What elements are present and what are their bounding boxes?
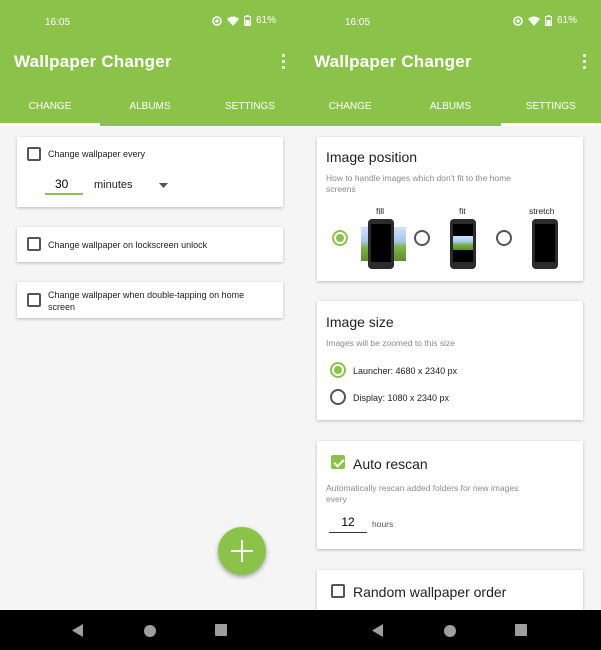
option-fit-radio[interactable]: [414, 230, 430, 246]
status-bar-right: 16:05 61%: [300, 0, 601, 38]
fit-phone-icon: [450, 219, 476, 269]
app-title: Wallpaper Changer: [314, 52, 472, 71]
display-size-label: Display: 1080 x 2340 px: [353, 393, 450, 403]
tab-settings[interactable]: SETTINGS: [500, 88, 601, 126]
random-order-card: Random wallpaper order: [317, 570, 583, 610]
doubletap-checkbox[interactable]: [27, 293, 41, 307]
rescan-interval-input[interactable]: 12: [329, 515, 367, 533]
tab-bar-right: CHANGE ALBUMS SETTINGS: [300, 88, 601, 126]
image-position-desc-line2: screens: [326, 184, 356, 194]
interval-card: Change wallpaper every 30 minutes: [17, 137, 283, 207]
image-size-card: Image size Images will be zoomed to this…: [317, 301, 583, 420]
interval-label: Change wallpaper every: [48, 149, 146, 159]
battery-percent: 61%: [255, 15, 276, 26]
interval-input[interactable]: 30: [45, 177, 83, 195]
option-fit-label: fit: [459, 206, 466, 216]
lockscreen-card: Change wallpaper on lockscreen unlock: [17, 227, 283, 262]
settings-pane: 16:05 61% Wallpaper Changer CHANGE ALBUM…: [300, 0, 601, 610]
rescan-unit-label: hours: [372, 519, 394, 529]
interval-checkbox[interactable]: [27, 147, 41, 161]
data-saver-icon: [513, 15, 523, 26]
battery-icon: [243, 15, 251, 26]
wifi-icon: [527, 16, 540, 26]
system-nav-bar: [0, 610, 601, 650]
overflow-menu-icon[interactable]: [581, 54, 587, 70]
lockscreen-checkbox[interactable]: [27, 237, 41, 251]
status-bar: 16:05 61%: [0, 0, 300, 38]
doubletap-card: Change wallpaper when double-tapping on …: [17, 282, 283, 318]
tab-change[interactable]: CHANGE: [300, 88, 400, 126]
display-size-radio[interactable]: [330, 389, 346, 405]
add-button[interactable]: [218, 527, 266, 575]
doubletap-label-line2: screen: [48, 302, 76, 312]
overflow-menu-icon[interactable]: [280, 54, 286, 70]
option-stretch-label: stretch: [529, 206, 555, 216]
option-fill-radio[interactable]: [332, 230, 348, 246]
lockscreen-label: Change wallpaper on lockscreen unlock: [48, 240, 208, 250]
image-size-desc: Images will be zoomed to this size: [326, 338, 455, 348]
home-icon[interactable]: [443, 624, 457, 638]
image-position-card: Image position How to handle images whic…: [317, 137, 583, 281]
app-bar-right: Wallpaper Changer: [300, 38, 601, 88]
auto-rescan-checkbox[interactable]: [331, 455, 345, 469]
interval-unit-select[interactable]: minutes: [94, 179, 133, 191]
recents-icon[interactable]: [515, 624, 527, 636]
image-size-title: Image size: [326, 314, 394, 330]
doubletap-label-line1: Change wallpaper when double-tapping on …: [48, 290, 245, 300]
option-fill-label: fill: [376, 206, 385, 216]
option-stretch-radio[interactable]: [496, 230, 512, 246]
back-icon[interactable]: [72, 624, 84, 637]
tab-albums[interactable]: ALBUMS: [400, 88, 500, 126]
data-saver-icon: [212, 15, 222, 26]
random-order-title: Random wallpaper order: [353, 584, 507, 600]
image-position-desc-line1: How to handle images which don't fit to …: [326, 173, 511, 183]
app-title: Wallpaper Changer: [14, 52, 172, 71]
fill-phone-icon: [368, 219, 394, 269]
tab-albums[interactable]: ALBUMS: [100, 88, 200, 126]
tab-change[interactable]: CHANGE: [0, 88, 100, 126]
auto-rescan-desc-line1: Automatically rescan added folders for n…: [326, 483, 519, 493]
launcher-size-label: Launcher: 4680 x 2340 px: [353, 366, 458, 376]
back-icon[interactable]: [372, 624, 384, 637]
auto-rescan-title: Auto rescan: [353, 456, 428, 472]
image-position-title: Image position: [326, 149, 418, 165]
auto-rescan-card: Auto rescan Automatically rescan added f…: [317, 441, 583, 549]
status-time: 16:05: [45, 17, 71, 28]
home-icon[interactable]: [143, 624, 157, 638]
wifi-icon: [226, 16, 239, 26]
app-bar: Wallpaper Changer: [0, 38, 300, 88]
change-pane: 16:05 61% Wallpaper Changer CHANGE ALBUM…: [0, 0, 300, 610]
tab-bar: CHANGE ALBUMS SETTINGS: [0, 88, 300, 126]
recents-icon[interactable]: [215, 624, 227, 636]
dropdown-arrow-icon[interactable]: [159, 183, 168, 188]
status-icons: 61%: [513, 15, 577, 26]
status-icons: 61%: [212, 15, 276, 26]
screenshot-root: 16:05 61% Wallpaper Changer CHANGE ALBUM…: [0, 0, 601, 650]
battery-percent: 61%: [556, 15, 577, 26]
battery-icon: [544, 15, 552, 26]
tab-settings[interactable]: SETTINGS: [200, 88, 300, 126]
random-order-checkbox[interactable]: [331, 584, 345, 598]
stretch-phone-icon: [532, 219, 558, 269]
auto-rescan-desc-line2: every: [326, 494, 347, 504]
launcher-size-radio[interactable]: [330, 362, 346, 378]
status-time: 16:05: [345, 17, 371, 28]
